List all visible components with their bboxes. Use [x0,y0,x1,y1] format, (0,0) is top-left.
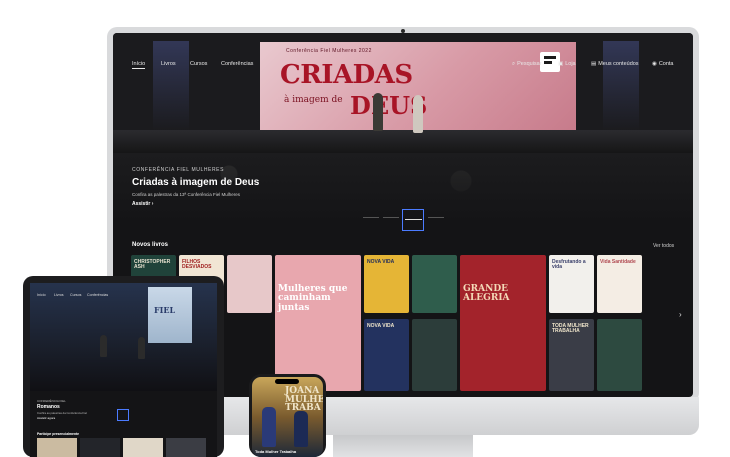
book-title: Vida Santidade [600,259,636,265]
speaker-figure [413,95,423,133]
carousel-dot[interactable] [428,217,444,218]
tablet-book-cover[interactable] [37,438,77,457]
stage-light [603,41,639,131]
tablet-section-title: Participe presencialmente [37,432,80,436]
nav-store-label: Loja [565,61,576,67]
hero-description: Confira as palestras da 13ª Conferência … [132,192,240,197]
tablet-hero-title: Romanos [37,404,60,410]
book-title: GRANDE ALEGRIA [463,284,510,304]
speaker-figure [100,335,107,357]
see-all-link[interactable]: Ver todos [653,243,674,249]
book-title: CHRISTOPHER ASH [134,259,171,271]
nav-item-inicio[interactable]: Início [132,61,146,69]
nav-account-label: Conta [658,61,674,67]
stage-light [153,41,189,131]
nav-search[interactable]: ⌕ Pesquisar [512,61,542,68]
speaker-figure [294,411,308,447]
banner-kicker: Conferência Fiel Mulheres 2022 [286,48,372,54]
book-cover[interactable]: TODA MULHER TRABALHA [549,319,594,391]
book-cover[interactable] [597,319,642,391]
book-title: NOVA VIDA [367,323,395,329]
speaker-figure [262,407,276,447]
tablet-book-cover[interactable] [80,438,120,457]
watch-button-label: Assistir [132,201,151,207]
phone-notch [275,379,299,384]
library-icon: ▤ [591,61,597,67]
book-cover[interactable]: Mulheres que caminham juntas [275,255,361,391]
nav-search-label: Pesquisar [517,61,542,67]
tablet-book-cover[interactable] [123,438,163,457]
main-nav: Início Livros Cursos Conferências ⌕ Pesqu… [113,61,693,73]
book-cover[interactable]: GRANDE ALEGRIA [460,255,546,391]
nav-item-conferencias[interactable]: Conferências [221,61,253,67]
book-title: Desfrutando a vida [552,259,586,271]
tablet-nav-inicio[interactable]: Início [37,293,46,297]
tablet-carousel-dot-active[interactable] [117,409,129,421]
book-cover[interactable] [412,255,457,313]
nav-item-livros[interactable]: Livros [161,61,176,67]
chevron-right-icon[interactable]: › [679,310,682,319]
book-cover[interactable]: NOVA VIDA [364,255,409,313]
nav-my-content[interactable]: ▤ Meus conteúdos [591,61,639,67]
tablet-screen: FIEL Início Livros Cursos Conferências C… [30,283,217,457]
desktop-monitor-stand [333,435,473,457]
book-cover[interactable]: Vida Santidade [597,255,642,313]
book-title: TODA MULHER TRABALHA [552,323,589,335]
book-cover[interactable]: NOVA VIDA [364,319,409,391]
tablet-book-cover[interactable] [166,438,206,457]
speaker-figure [138,337,145,359]
phone-screen: JOANA MULHE TRABA Toda Mulher Trabalha [252,377,323,457]
carousel-dot[interactable] [383,217,399,218]
book-cover[interactable]: Desfrutando a vida [549,255,594,313]
book-title: Mulheres que caminham juntas [278,284,348,313]
chevron-right-icon: › [151,201,154,207]
account-icon: ◉ [652,61,657,67]
nav-store[interactable]: ▣ Loja [558,61,576,67]
book-cover[interactable] [412,319,457,391]
watch-button[interactable]: Assistir › [132,201,153,207]
tablet-hero: FIEL [30,283,217,391]
tablet-watch-button[interactable]: Assistir agora [37,416,55,420]
phone-hero-word: JOANA MULHE TRABA [285,386,323,414]
phone-hero-caption: Toda Mulher Trabalha [255,449,297,454]
book-title: NOVA VIDA [367,259,395,265]
tablet-hero-kicker: CONFERÊNCIA FIEL [37,399,66,403]
bag-icon: ▣ [558,61,564,67]
tablet-banner-title: FIEL [154,305,176,315]
tablet-conference-banner: FIEL [148,287,192,343]
book-title: FILHOS DESVIADOS [182,259,212,271]
devices-mockup: Conferência Fiel Mulheres 2022 CRIADAS à… [0,0,730,457]
book-cover[interactable] [227,255,272,313]
hero-title: Criadas à imagem de Deus [132,177,260,188]
search-icon: ⌕ [512,61,516,67]
carousel-dot[interactable] [363,217,379,218]
carousel-indicators [113,209,693,231]
speaker-figure [373,93,383,131]
nav-my-content-label: Meus conteúdos [598,61,639,67]
hero-banner: Conferência Fiel Mulheres 2022 CRIADAS à… [113,33,693,223]
tablet-nav-cursos[interactable]: Cursos [70,293,81,297]
carousel-dot-active[interactable] [402,209,424,231]
nav-item-cursos[interactable]: Cursos [190,61,207,67]
tablet-hero-description: Confira as palestras da Conferência Fiel [37,411,87,415]
section-title: Novos livros [132,242,169,248]
tablet-nav-conferencias[interactable]: Conferências [87,293,108,297]
banner-subtitle: à imagem de [284,95,343,105]
tablet-nav-livros[interactable]: Livros [54,293,64,297]
hero-kicker: CONFERÊNCIA FIEL MULHERES [132,167,225,173]
nav-account[interactable]: ◉ Conta [652,61,674,67]
